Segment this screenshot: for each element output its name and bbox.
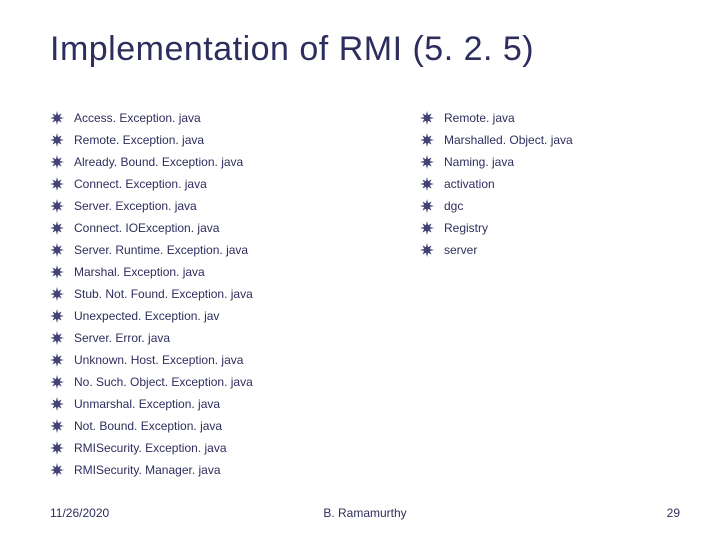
list-item-label: Stub. Not. Found. Exception. java [74,285,253,303]
list-item: Not. Bound. Exception. java [50,417,360,435]
list-item: RMISecurity. Manager. java [50,461,360,479]
list-item-label: Marshalled. Object. java [444,131,573,149]
list-item: Naming. java [420,153,670,171]
star-bullet-icon [50,353,64,367]
list-item-label: Already. Bound. Exception. java [74,153,243,171]
star-bullet-icon [420,177,434,191]
star-bullet-icon [420,155,434,169]
star-bullet-icon [420,221,434,235]
list-item: RMISecurity. Exception. java [50,439,360,457]
list-item-label: Unexpected. Exception. jav [74,307,219,325]
list-item-label: RMISecurity. Exception. java [74,439,227,457]
star-bullet-icon [50,419,64,433]
list-item-label: Remote. Exception. java [74,131,204,149]
list-item: Access. Exception. java [50,109,360,127]
footer: 11/26/2020 B. Ramamurthy 29 [50,506,680,520]
list-item: Remote. Exception. java [50,131,360,149]
left-column: Access. Exception. java Remote. Exception… [50,109,360,483]
list-item-label: Remote. java [444,109,515,127]
star-bullet-icon [50,177,64,191]
star-bullet-icon [420,133,434,147]
list-item-label: Connect. IOException. java [74,219,219,237]
list-item: Unmarshal. Exception. java [50,395,360,413]
list-item: Remote. java [420,109,670,127]
star-bullet-icon [50,309,64,323]
list-item: server [420,241,670,259]
list-item: Marshal. Exception. java [50,263,360,281]
star-bullet-icon [420,111,434,125]
list-item-label: Not. Bound. Exception. java [74,417,222,435]
star-bullet-icon [420,243,434,257]
list-item-label: Access. Exception. java [74,109,201,127]
list-item-label: Naming. java [444,153,514,171]
list-item: Server. Exception. java [50,197,360,215]
content-columns: Access. Exception. java Remote. Exception… [50,109,680,483]
footer-page: 29 [667,506,680,520]
star-bullet-icon [50,133,64,147]
star-bullet-icon [50,397,64,411]
list-item-label: Registry [444,219,488,237]
list-item: Unexpected. Exception. jav [50,307,360,325]
slide: Implementation of RMI (5. 2. 5) Access. … [0,0,720,540]
page-title: Implementation of RMI (5. 2. 5) [50,30,680,69]
list-item: Stub. Not. Found. Exception. java [50,285,360,303]
star-bullet-icon [50,265,64,279]
list-item-label: Marshal. Exception. java [74,263,205,281]
star-bullet-icon [420,199,434,213]
star-bullet-icon [50,199,64,213]
list-item: Marshalled. Object. java [420,131,670,149]
list-item: dgc [420,197,670,215]
list-item: No. Such. Object. Exception. java [50,373,360,391]
list-item-label: activation [444,175,495,193]
list-item-label: No. Such. Object. Exception. java [74,373,253,391]
star-bullet-icon [50,375,64,389]
list-item-label: Unknown. Host. Exception. java [74,351,243,369]
list-item-label: Unmarshal. Exception. java [74,395,220,413]
list-item-label: server [444,241,477,259]
list-item: Server. Runtime. Exception. java [50,241,360,259]
star-bullet-icon [50,463,64,477]
list-item-label: Server. Error. java [74,329,170,347]
right-column: Remote. java Marshalled. Object. java Nami… [420,109,670,483]
list-item: Server. Error. java [50,329,360,347]
list-item: Already. Bound. Exception. java [50,153,360,171]
list-item-label: Server. Exception. java [74,197,197,215]
list-item: Registry [420,219,670,237]
list-item: Connect. IOException. java [50,219,360,237]
star-bullet-icon [50,155,64,169]
star-bullet-icon [50,221,64,235]
list-item: Unknown. Host. Exception. java [50,351,360,369]
star-bullet-icon [50,331,64,345]
list-item-label: Server. Runtime. Exception. java [74,241,248,259]
list-item: Connect. Exception. java [50,175,360,193]
star-bullet-icon [50,441,64,455]
list-item-label: RMISecurity. Manager. java [74,461,221,479]
star-bullet-icon [50,111,64,125]
star-bullet-icon [50,287,64,301]
star-bullet-icon [50,243,64,257]
list-item-label: Connect. Exception. java [74,175,207,193]
list-item-label: dgc [444,197,463,215]
list-item: activation [420,175,670,193]
footer-date: 11/26/2020 [50,506,109,520]
footer-author: B. Ramamurthy [323,506,406,520]
